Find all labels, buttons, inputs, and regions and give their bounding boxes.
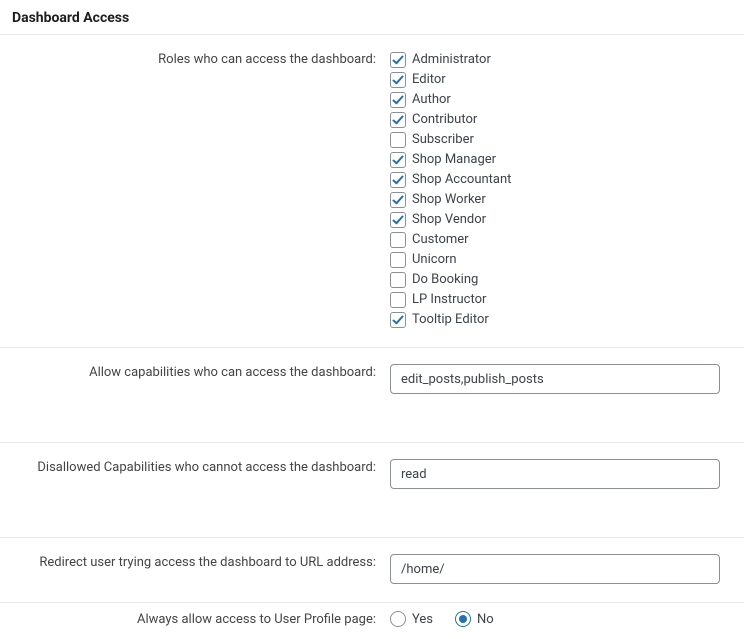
profile-access-label: Always allow access to User Profile page…: [12, 611, 390, 629]
role-checkbox[interactable]: [390, 172, 406, 188]
section-title: Dashboard Access: [0, 0, 744, 34]
role-label: Administrator: [412, 51, 491, 69]
row-allow-caps: Allow capabilities who can access the da…: [0, 348, 744, 443]
row-roles: Roles who can access the dashboard: Admi…: [0, 35, 744, 348]
role-checkbox-item: Administrator: [390, 51, 722, 69]
role-checkbox-item: Shop Manager: [390, 151, 722, 169]
role-checkbox[interactable]: [390, 52, 406, 68]
role-checkbox-item: Editor: [390, 71, 722, 89]
role-label: LP Instructor: [412, 291, 486, 309]
redirect-url-input[interactable]: [390, 554, 720, 584]
role-checkbox[interactable]: [390, 252, 406, 268]
row-profile-access: Always allow access to User Profile page…: [0, 603, 744, 639]
role-label: Shop Manager: [412, 151, 496, 169]
row-redirect: Redirect user trying access the dashboar…: [0, 538, 744, 603]
role-checkbox[interactable]: [390, 152, 406, 168]
role-label: Contributor: [412, 111, 477, 129]
role-label: Shop Vendor: [412, 211, 486, 229]
role-label: Subscriber: [412, 131, 474, 149]
profile-access-radio-group: Yes No: [390, 611, 722, 627]
allow-caps-label: Allow capabilities who can access the da…: [12, 364, 390, 394]
roles-label: Roles who can access the dashboard:: [12, 51, 390, 329]
allow-caps-input[interactable]: [390, 364, 720, 394]
role-checkbox[interactable]: [390, 272, 406, 288]
role-checkbox[interactable]: [390, 132, 406, 148]
role-checkbox[interactable]: [390, 72, 406, 88]
role-checkbox-item: Contributor: [390, 111, 722, 129]
role-checkbox-item: Unicorn: [390, 251, 722, 269]
role-checkbox[interactable]: [390, 312, 406, 328]
radio-item-no: No: [455, 611, 494, 627]
role-checkbox[interactable]: [390, 292, 406, 308]
row-disallow-caps: Disallowed Capabilities who cannot acces…: [0, 443, 744, 538]
role-label: Shop Worker: [412, 191, 486, 209]
role-checkbox-item: Shop Vendor: [390, 211, 722, 229]
redirect-label: Redirect user trying access the dashboar…: [12, 554, 390, 584]
role-checkbox-item: Subscriber: [390, 131, 722, 149]
role-checkbox[interactable]: [390, 112, 406, 128]
role-checkbox-item: LP Instructor: [390, 291, 722, 309]
role-label: Tooltip Editor: [412, 311, 489, 329]
role-checkbox-item: Customer: [390, 231, 722, 249]
role-checkbox[interactable]: [390, 212, 406, 228]
radio-yes[interactable]: [390, 611, 406, 627]
disallow-caps-input[interactable]: [390, 459, 720, 489]
disallow-caps-label: Disallowed Capabilities who cannot acces…: [12, 459, 390, 489]
role-label: Do Booking: [412, 271, 478, 289]
role-label: Shop Accountant: [412, 171, 511, 189]
role-checkbox-item: Do Booking: [390, 271, 722, 289]
role-checkbox-item: Shop Worker: [390, 191, 722, 209]
role-checkbox-item: Tooltip Editor: [390, 311, 722, 329]
radio-yes-label: Yes: [412, 612, 433, 627]
role-checkbox[interactable]: [390, 192, 406, 208]
role-label: Customer: [412, 231, 469, 249]
radio-no[interactable]: [455, 611, 471, 627]
role-label: Unicorn: [412, 251, 457, 269]
role-checkbox[interactable]: [390, 92, 406, 108]
role-checkbox-item: Author: [390, 91, 722, 109]
role-label: Editor: [412, 71, 446, 89]
roles-checkbox-list: Administrator Editor Author Contributor Subs…: [390, 51, 722, 329]
role-checkbox-item: Shop Accountant: [390, 171, 722, 189]
role-label: Author: [412, 91, 451, 109]
role-checkbox[interactable]: [390, 232, 406, 248]
radio-item-yes: Yes: [390, 611, 433, 627]
radio-no-label: No: [477, 612, 494, 627]
